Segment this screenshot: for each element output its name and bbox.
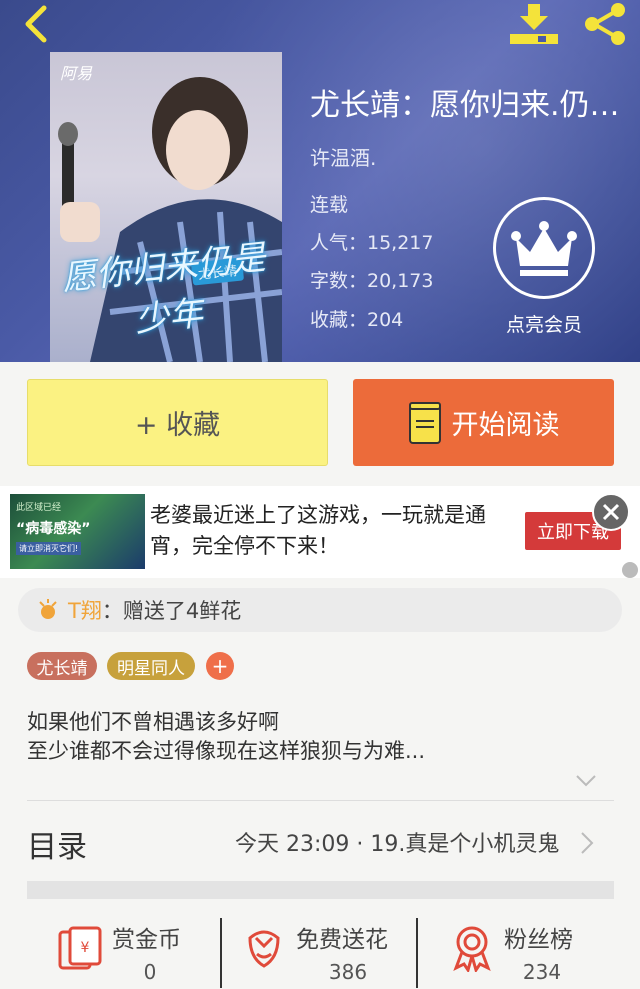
ad-banner[interactable]: 此区域已经 “病毒感染” 请立即消灭它们! 老婆最近迷上了这游戏，一玩就是通宵，…: [0, 486, 640, 578]
back-arrow-icon[interactable]: [14, 2, 58, 46]
favorites-stat: 收藏：204: [310, 309, 404, 331]
flower-icon: [248, 930, 280, 968]
expand-chevron-icon[interactable]: [575, 774, 597, 788]
book-cover[interactable]: 阿易 尤长靖 愿你归来仍是少年: [50, 52, 282, 362]
red-envelope-icon: ¥: [58, 926, 102, 970]
ad-image-line3: 请立即消灭它们!: [16, 542, 82, 555]
start-reading-button[interactable]: 开始阅读: [353, 379, 614, 466]
book-title: 尤长靖：愿你归来.仍是少年: [310, 88, 630, 123]
ad-indicator-icon: [622, 562, 638, 578]
reward-coins-value: 0: [143, 960, 157, 984]
book-header: 阿易 尤长靖 愿你归来仍是少年 尤长靖：愿你归来.仍是少年 许温酒. 连载 人气…: [0, 0, 640, 362]
description-line: 如果他们不曾相遇该多好啊: [27, 710, 279, 734]
ad-image-line2: “病毒感染”: [16, 521, 91, 537]
book-icon: [408, 401, 441, 444]
divider: [220, 918, 222, 988]
chevron-right-icon[interactable]: [580, 831, 594, 855]
cover-logo: 阿易: [60, 64, 93, 83]
book-status: 连载: [310, 194, 349, 216]
ad-text[interactable]: 老婆最近迷上了这游戏，一玩就是通宵，完全停不下来！: [150, 500, 510, 562]
toc-label[interactable]: 目录: [27, 822, 87, 866]
description-line: 至少谁都不会过得像现在这样狼狈与为难...: [27, 739, 426, 763]
popularity-stat: 人气：15,217: [310, 232, 434, 254]
download-icon[interactable]: [508, 2, 560, 46]
close-icon: [602, 503, 620, 521]
ad-image-line1: 此区域已经: [16, 503, 62, 513]
free-flowers-value: 386: [328, 960, 368, 984]
divider: [416, 918, 418, 988]
reward-coins-label: 赏金币: [112, 927, 181, 953]
award-ribbon-icon: [453, 926, 491, 972]
latest-chapter[interactable]: 今天 23:09 · 19.真是个小机灵鬼: [235, 826, 575, 858]
free-flowers-button[interactable]: 免费送花 386: [240, 918, 410, 988]
share-icon[interactable]: [580, 2, 630, 46]
tag-item[interactable]: 明星同人: [107, 652, 195, 680]
book-description[interactable]: 如果他们不曾相遇该多好啊 至少谁都不会过得像现在这样狼狈与为难...: [27, 708, 617, 766]
gift-message: ：赠送了4鲜花: [101, 599, 242, 623]
vip-label[interactable]: 点亮会员: [488, 310, 600, 337]
free-flowers-label: 免费送花: [296, 927, 388, 953]
tag-item[interactable]: 尤长靖: [27, 652, 97, 680]
crown-icon: [511, 221, 577, 276]
fan-ranking-button[interactable]: 粉丝榜 234: [448, 918, 598, 988]
vip-button[interactable]: [493, 197, 595, 299]
gift-user[interactable]: T翔: [68, 595, 102, 625]
reward-coins-button[interactable]: ¥ 赏金币 0: [56, 918, 216, 988]
fan-ranking-label: 粉丝榜: [504, 927, 573, 953]
add-tag-button[interactable]: +: [206, 652, 234, 680]
divider: [27, 800, 614, 801]
add-favorite-button[interactable]: + 收藏: [27, 379, 328, 466]
book-author[interactable]: 许温酒.: [310, 142, 376, 171]
ad-close-button[interactable]: [592, 493, 630, 531]
ad-image[interactable]: 此区域已经 “病毒感染” 请立即消灭它们!: [10, 494, 145, 569]
gift-notice-icon: [39, 599, 57, 619]
word-count-stat: 字数：20,173: [310, 270, 434, 292]
section-separator: [27, 881, 614, 899]
start-reading-label: 开始阅读: [451, 410, 560, 441]
svg-text:¥: ¥: [81, 940, 90, 956]
fan-ranking-value: 234: [522, 960, 562, 984]
gift-notice[interactable]: T翔 ：赠送了4鲜花: [18, 588, 622, 632]
